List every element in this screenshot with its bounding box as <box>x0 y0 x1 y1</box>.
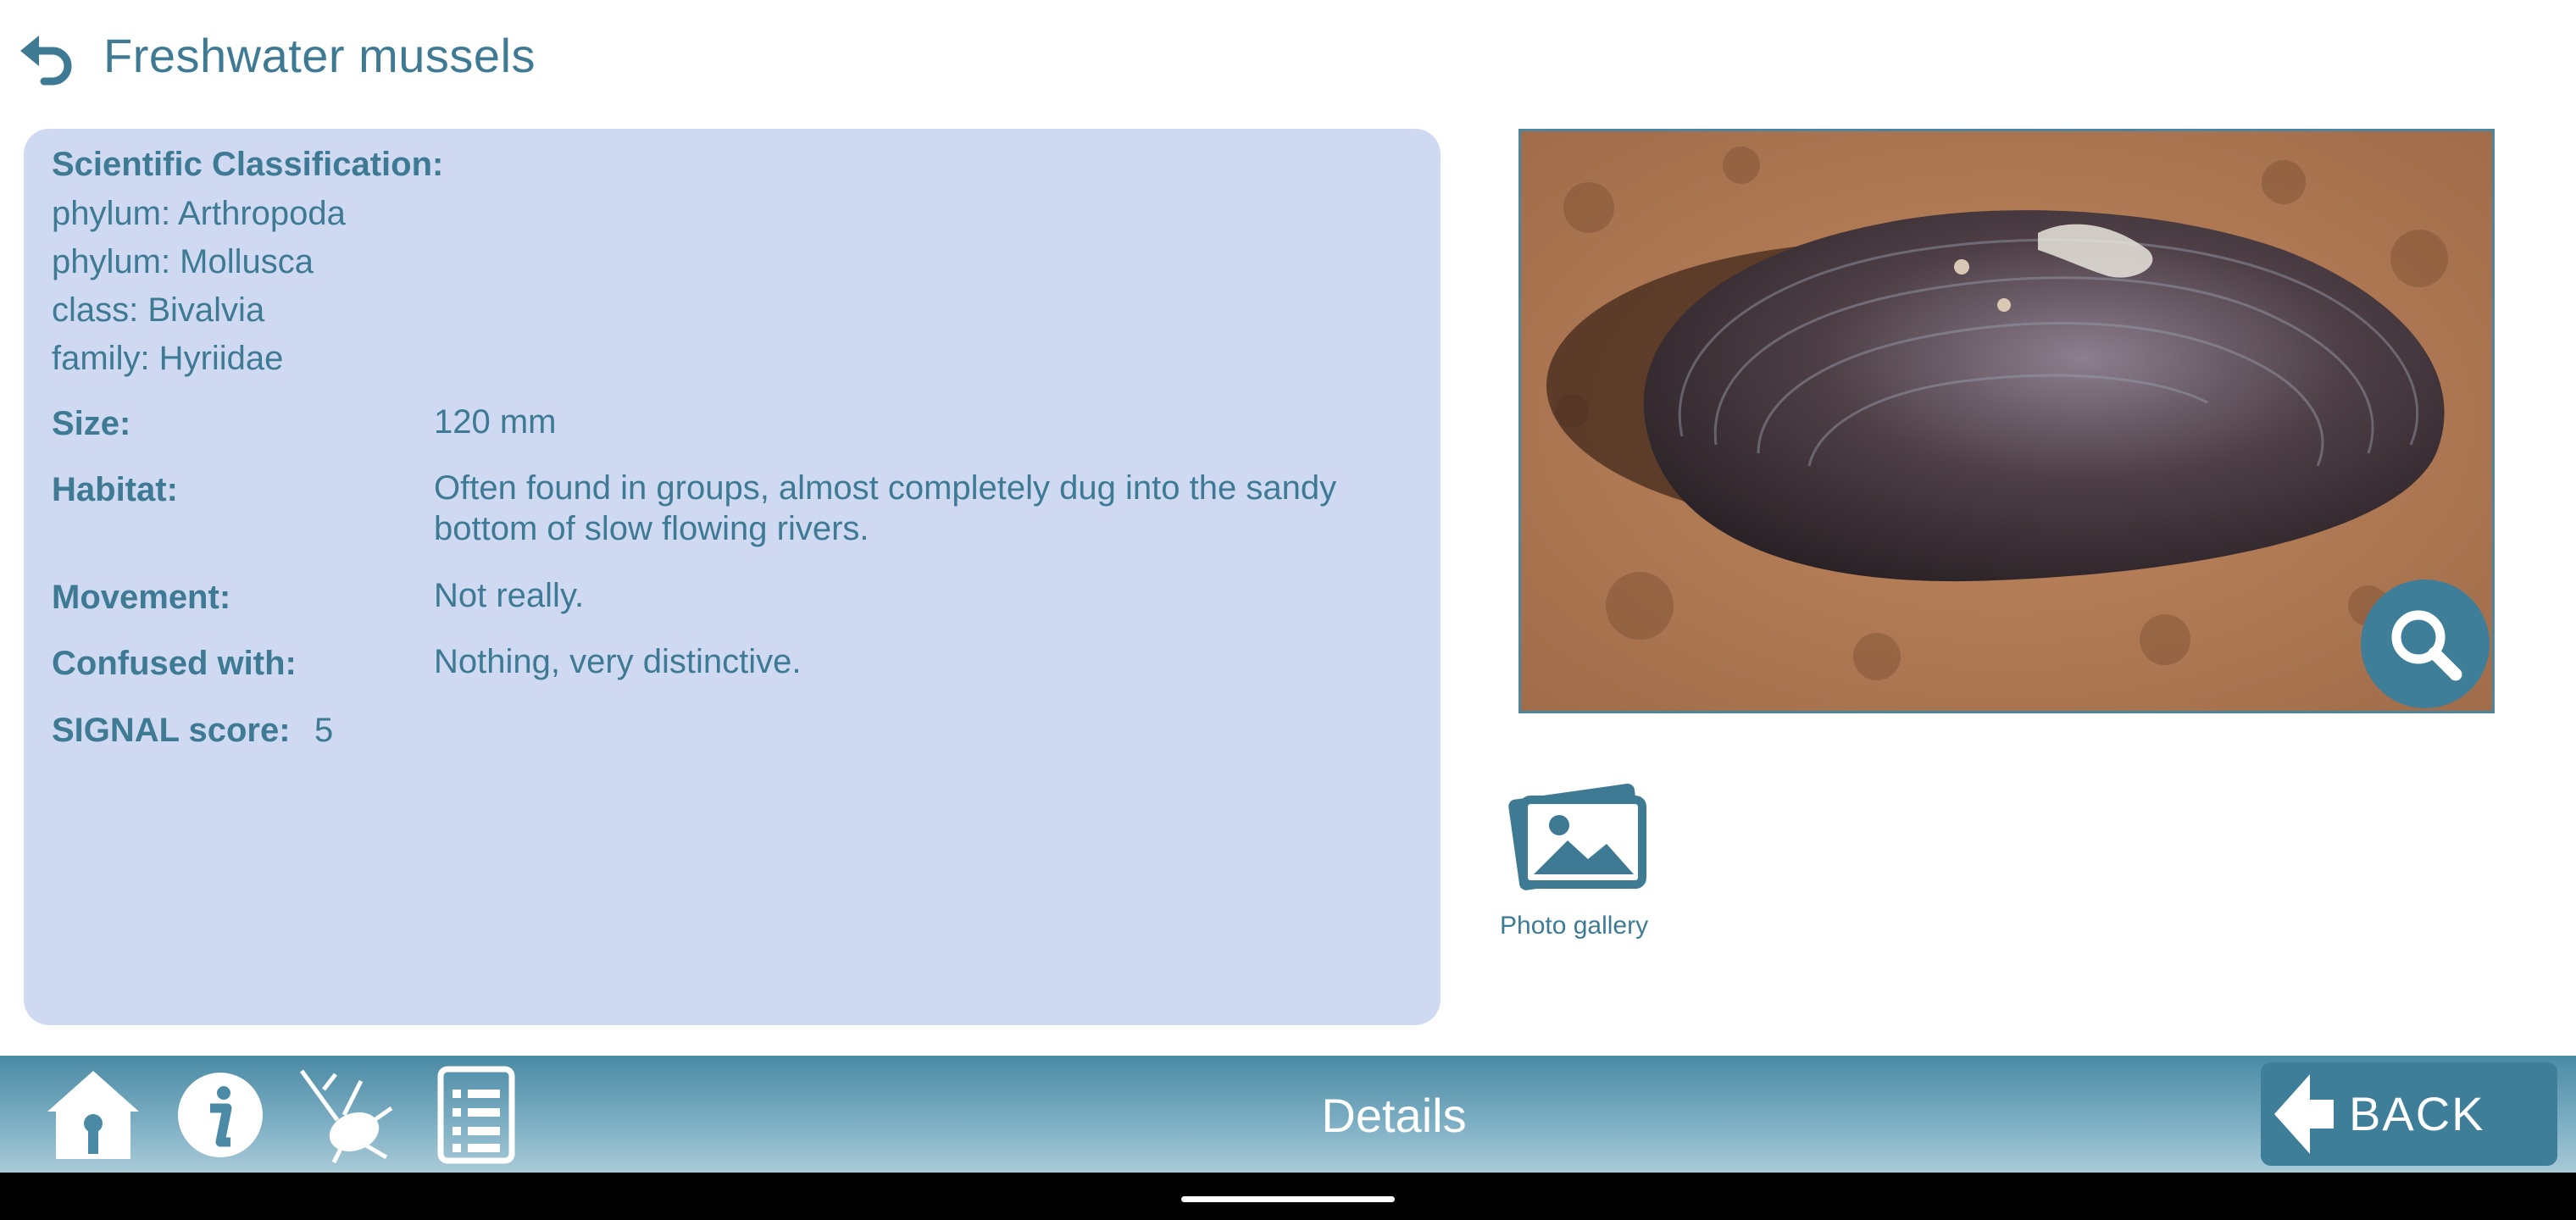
signal-score-value: 5 <box>314 712 334 749</box>
mussel-image <box>1521 131 2492 711</box>
signal-score-label: SIGNAL score: <box>52 712 291 749</box>
home-icon[interactable] <box>42 1064 144 1166</box>
details-panel: Scientific Classification: phylum: Arthr… <box>24 129 1441 1025</box>
bottom-toolbar: Details BACK <box>0 1056 2576 1173</box>
bug-icon[interactable] <box>293 1064 395 1166</box>
classification-line: phylum: Mollusca <box>52 243 314 280</box>
zoom-button[interactable] <box>2361 580 2490 708</box>
confused-with-label: Confused with: <box>52 645 297 682</box>
classification-line: class: Bivalvia <box>52 291 265 329</box>
size-label: Size: <box>52 405 131 442</box>
movement-value: Not really. <box>434 577 585 614</box>
classification-line: family: Hyriidae <box>52 340 284 377</box>
size-value: 120 mm <box>434 403 557 441</box>
habitat-label: Habitat: <box>52 471 178 508</box>
back-arrow-icon <box>2274 1074 2334 1154</box>
back-button-label: BACK <box>2349 1087 2485 1140</box>
movement-label: Movement: <box>52 579 231 616</box>
classification-label: Scientific Classification: <box>52 146 444 183</box>
specimen-photo[interactable] <box>1518 129 2495 713</box>
system-navigation-bar <box>0 1173 2576 1220</box>
home-gesture-pill[interactable] <box>1181 1196 1395 1202</box>
list-icon[interactable] <box>425 1064 527 1166</box>
page-title: Freshwater mussels <box>103 29 536 82</box>
magnifier-icon <box>2391 610 2462 681</box>
header: Freshwater mussels <box>0 0 2576 119</box>
back-button[interactable]: BACK <box>2261 1062 2557 1166</box>
page-label: Details <box>1321 1089 1467 1142</box>
habitat-value: Often found in groups, almost completely… <box>434 469 1337 547</box>
info-icon[interactable] <box>169 1064 271 1166</box>
classification-line: phylum: Arthropoda <box>52 195 346 232</box>
photo-gallery-label[interactable]: Photo gallery <box>1500 912 1648 940</box>
undo-arrow-icon[interactable] <box>19 32 78 92</box>
confused-with-value: Nothing, very distinctive. <box>434 643 802 680</box>
